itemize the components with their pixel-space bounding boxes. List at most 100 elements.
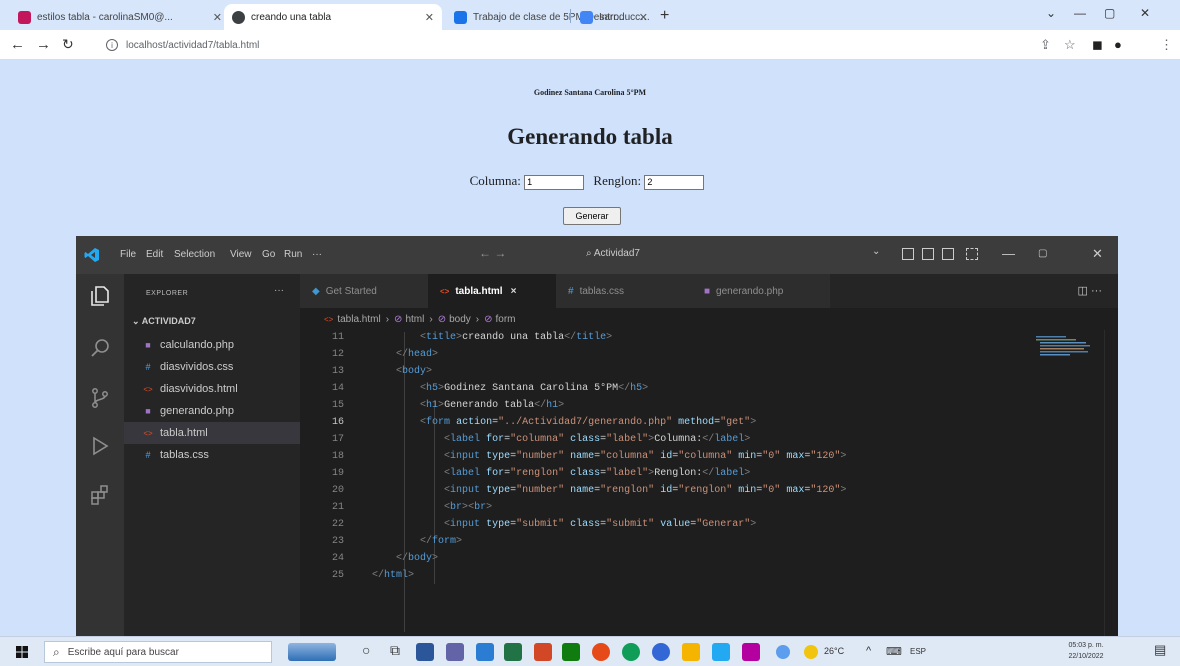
share-icon[interactable]: ⇪ (1040, 37, 1051, 53)
word-app-icon[interactable] (476, 643, 494, 661)
file-explorer-icon[interactable] (682, 643, 700, 661)
code-line[interactable]: <input type="submit" class="submit" valu… (372, 519, 756, 530)
code-line[interactable]: <input type="number" name="renglon" id="… (372, 485, 846, 496)
breadcrumb-item[interactable]: body (449, 314, 471, 325)
weather-temp[interactable]: 26°C (824, 646, 844, 656)
breadcrumb-item[interactable]: form (496, 314, 516, 325)
chrome-canary-icon[interactable] (592, 643, 610, 661)
tab-grid-icon[interactable]: ◼ (1092, 37, 1103, 53)
close-window-icon[interactable]: ✕ (1140, 6, 1150, 20)
close-window-icon[interactable]: ✕ (1092, 246, 1103, 262)
extensions-icon[interactable] (88, 484, 112, 508)
editor-tab[interactable]: ◆ Get Started (300, 274, 428, 308)
star-icon[interactable]: ☆ (1064, 37, 1076, 53)
chevron-up-icon[interactable]: ^ (866, 645, 871, 657)
source-control-icon[interactable] (88, 386, 112, 410)
chevron-down-icon[interactable]: ⌄ (872, 246, 880, 257)
close-tab-icon[interactable]: ✕ (425, 11, 434, 24)
menu-go[interactable]: Go (262, 249, 275, 260)
row-input[interactable] (644, 174, 705, 190)
toggle-panel-icon[interactable] (922, 248, 934, 260)
command-center[interactable]: ⌕ Actividad7 (586, 248, 640, 259)
vscode-taskbar-icon[interactable] (712, 643, 730, 661)
forward-arrow-icon[interactable]: → (36, 36, 51, 53)
back-arrow-icon[interactable]: ← (10, 36, 25, 53)
close-tab-icon[interactable]: × (511, 286, 517, 297)
folder-header[interactable]: ⌄ ACTIVIDAD7 (132, 316, 196, 327)
file-item[interactable]: <> diasvividos.html (124, 378, 300, 400)
code-line[interactable]: <form action="../Actividad7/generando.ph… (372, 417, 756, 428)
profile-avatar-icon[interactable]: ● (1114, 37, 1122, 52)
weather-icon[interactable] (804, 645, 818, 659)
search-icon[interactable] (88, 336, 112, 360)
address-bar[interactable]: i localhost/actividad7/tabla.html (98, 34, 978, 56)
keyboard-icon[interactable]: ⌨ (886, 645, 902, 658)
notifications-icon[interactable]: ▤ (1154, 642, 1166, 658)
minimize-icon[interactable]: — (1002, 246, 1015, 261)
office-app-icon[interactable] (562, 643, 580, 661)
file-item[interactable]: # diasvividos.css (124, 356, 300, 378)
new-tab-button[interactable]: + (660, 7, 669, 25)
toggle-secondary-sidebar-icon[interactable] (942, 248, 954, 260)
file-item[interactable]: ■ generando.php (124, 400, 300, 422)
teams-app-icon[interactable] (446, 643, 464, 661)
task-view-icon[interactable]: ⧉ (390, 642, 400, 659)
code-line[interactable]: <label for="renglon" class="label">Rengl… (372, 468, 750, 479)
chrome-app-icon[interactable] (622, 643, 640, 661)
taskbar-search-box[interactable]: ⌕ Escribe aquí para buscar (44, 641, 272, 663)
explorer-files-icon[interactable] (88, 284, 112, 308)
menu-selection[interactable]: Selection (174, 249, 215, 260)
editor-actions[interactable]: ◫ ··· (1078, 284, 1102, 297)
windows-start-icon[interactable] (16, 646, 28, 658)
browser-tab[interactable]: Introducción a PHP - Documen... (572, 4, 660, 30)
explorer-more-button[interactable]: ··· (274, 285, 284, 296)
column-input[interactable] (524, 174, 585, 190)
breadcrumb-item[interactable]: html (405, 314, 424, 325)
menu-run[interactable]: Run (284, 249, 302, 260)
breadcrumb-item[interactable]: tabla.html (337, 314, 380, 325)
code-line[interactable]: </form> (372, 536, 462, 547)
code-line[interactable]: <label for="columna" class="label">Colum… (372, 434, 750, 445)
code-line[interactable]: <title>creando una tabla</title> (372, 332, 612, 343)
minimap[interactable] (1032, 332, 1092, 372)
editor-tab-active[interactable]: <> tabla.html × (428, 274, 556, 308)
generate-button[interactable]: Generar (563, 207, 621, 225)
menu-edit[interactable]: Edit (146, 249, 163, 260)
powerpoint-app-icon[interactable] (534, 643, 552, 661)
menu-view[interactable]: View (230, 249, 252, 260)
minimize-icon[interactable]: — (1074, 6, 1086, 20)
browser-tab[interactable]: estilos tabla - carolinaSM0@... ✕ (10, 4, 230, 30)
cortana-icon[interactable]: ○ (362, 642, 370, 658)
app-icon[interactable] (776, 645, 790, 659)
customize-layout-icon[interactable] (966, 248, 978, 260)
run-debug-icon[interactable] (88, 434, 112, 458)
excel-app-icon[interactable] (504, 643, 522, 661)
code-editor[interactable]: 11 <title>creando una tabla</title> 12 </… (300, 332, 1118, 636)
nav-arrows-icon[interactable]: ← → (479, 246, 506, 260)
file-item[interactable]: ■ calculando.php (124, 334, 300, 356)
code-line[interactable]: <body> (372, 366, 432, 377)
chrome-profile-icon[interactable] (652, 643, 670, 661)
code-line[interactable]: <h1>Generando tabla</h1> (372, 400, 564, 411)
code-line[interactable]: <input type="number" name="columna" id="… (372, 451, 846, 462)
editor-scrollbar[interactable] (1104, 330, 1118, 636)
language-indicator[interactable]: ESP (910, 647, 926, 656)
code-line[interactable]: <br><br> (372, 502, 492, 513)
close-tab-icon[interactable]: ✕ (213, 11, 222, 24)
code-line[interactable]: </html> (372, 570, 414, 581)
code-line[interactable]: <h5>Godinez Santana Carolina 5°PM</h5> (372, 383, 648, 394)
menu-file[interactable]: File (120, 249, 136, 260)
menu-kebab-icon[interactable]: ⋮ (1160, 37, 1173, 53)
toggle-sidebar-icon[interactable] (902, 248, 914, 260)
info-icon[interactable]: i (106, 39, 118, 51)
file-item[interactable]: # tablas.css (124, 444, 300, 466)
app-icon[interactable] (742, 643, 760, 661)
maximize-icon[interactable]: ▢ (1104, 6, 1115, 20)
editor-tab[interactable]: ■ generando.php (684, 274, 830, 308)
maximize-icon[interactable]: ▢ (1038, 248, 1047, 259)
store-app-icon[interactable] (416, 643, 434, 661)
code-line[interactable]: </body> (372, 553, 438, 564)
menu-more[interactable]: ··· (312, 249, 322, 260)
chevron-down-icon[interactable]: ⌄ (1046, 6, 1056, 20)
file-item-selected[interactable]: <> tabla.html (124, 422, 300, 444)
